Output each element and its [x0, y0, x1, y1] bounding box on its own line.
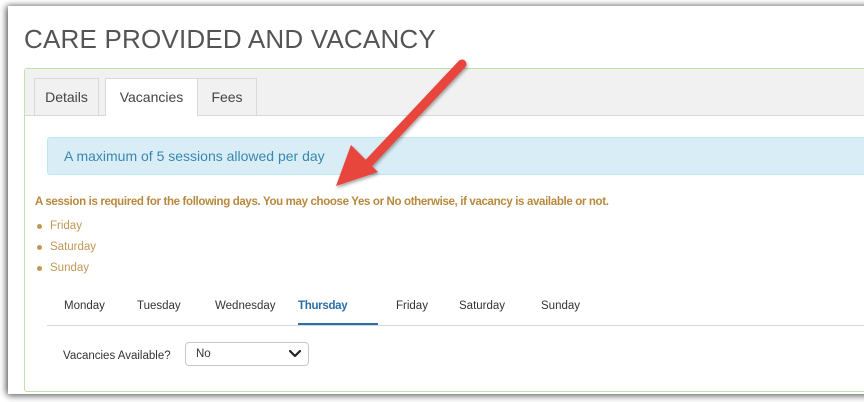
list-item: Sunday: [35, 258, 96, 279]
page-title: CARE PROVIDED AND VACANCY: [24, 24, 436, 54]
vacancies-select[interactable]: No: [185, 342, 309, 366]
care-panel: Details Vacancies Fees A maximum of 5 se…: [24, 68, 864, 392]
tab-details[interactable]: Details: [34, 78, 99, 115]
day-tabs: Monday Tuesday Wednesday Thursday Friday…: [47, 291, 864, 326]
list-item: Saturday: [35, 237, 96, 258]
day-tab-sunday[interactable]: Sunday: [541, 291, 580, 325]
tab-fees[interactable]: Fees: [197, 78, 257, 115]
required-days-list: Friday Saturday Sunday: [35, 216, 96, 279]
bullet-icon: [37, 266, 42, 271]
vacancies-label: Vacancies Available?: [63, 350, 171, 362]
day-tab-monday[interactable]: Monday: [64, 291, 105, 325]
chevron-down-icon: [288, 349, 302, 358]
vacancies-select-value: No: [196, 348, 211, 360]
day-tab-thursday[interactable]: Thursday: [298, 291, 378, 325]
day-tab-tuesday[interactable]: Tuesday: [137, 291, 181, 325]
bullet-icon: [37, 245, 42, 250]
session-warning: A session is required for the following …: [35, 196, 609, 208]
tab-bar: Details Vacancies Fees: [25, 69, 864, 116]
day-tab-wednesday[interactable]: Wednesday: [215, 291, 276, 325]
tab-vacancies[interactable]: Vacancies: [105, 78, 198, 116]
bullet-icon: [37, 224, 42, 229]
day-tab-saturday[interactable]: Saturday: [459, 291, 505, 325]
day-tab-friday[interactable]: Friday: [396, 291, 428, 325]
list-item: Friday: [35, 216, 96, 237]
info-alert: A maximum of 5 sessions allowed per day: [47, 137, 864, 175]
